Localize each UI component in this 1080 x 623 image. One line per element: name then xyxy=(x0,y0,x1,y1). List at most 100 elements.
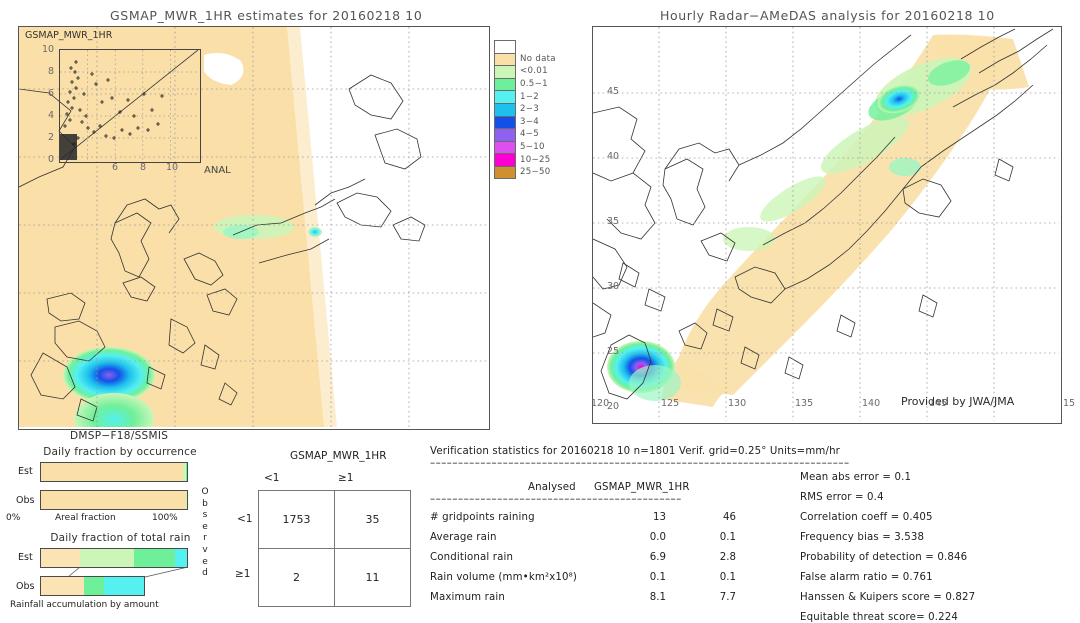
stat-row-analysed-4: 8.1 xyxy=(620,592,666,603)
colorbar-swatch-2 xyxy=(494,65,516,78)
colorbar-swatch-8 xyxy=(494,141,516,154)
colorbar-swatch-4 xyxy=(494,90,516,103)
stat-row-label-4: Maximum rain xyxy=(430,592,505,603)
inset-xtick-6: 6 xyxy=(112,162,118,173)
score-1: RMS error = 0.4 xyxy=(800,492,884,503)
contingency-table[interactable]: 175335211 xyxy=(258,490,411,607)
colorbar-swatch-0 xyxy=(494,40,516,53)
left-panel-title: GSMAP_MWR_1HR estimates for 20160218 10 xyxy=(110,8,422,23)
stat-row-analysed-0: 13 xyxy=(620,512,666,523)
colorbar-label-2: <0.01 xyxy=(520,66,548,76)
occurrence-axis-min: 0% xyxy=(6,513,20,523)
precipitation-colorbar[interactable]: No data<0.010.5−11−22−33−44−55−1010−2525… xyxy=(494,40,556,179)
inset-ytick-0: 0 xyxy=(48,154,54,165)
colorbar-swatch-5 xyxy=(494,103,516,116)
colorbar-swatch-10 xyxy=(494,166,516,179)
occurrence-est-segment-0 xyxy=(41,463,183,481)
totalrain-obs-segment-0 xyxy=(41,577,84,595)
stat-row-model-1: 0.1 xyxy=(690,532,736,543)
contingency-row-header-gte1: ≥1 xyxy=(235,568,250,580)
inset-ytick-4: 4 xyxy=(48,110,54,121)
score-2: Correlation coeff = 0.405 xyxy=(800,512,933,523)
colorbar-level-6: 3−4 xyxy=(494,116,556,129)
score-6: Hanssen & Kuipers score = 0.827 xyxy=(800,592,975,603)
occurrence-obs-label: Obs xyxy=(16,495,34,506)
score-0: Mean abs error = 0.1 xyxy=(800,472,911,483)
lon-tick-140: 140 xyxy=(862,398,880,409)
contingency-cell-1-0[interactable]: 2 xyxy=(259,549,335,607)
totalrain-est-bar[interactable] xyxy=(40,548,188,568)
totalrain-obs-segment-1 xyxy=(84,577,104,595)
contingency-row-0: 175335 xyxy=(259,491,411,549)
inset-xaxis-label: ANAL xyxy=(204,165,231,176)
colorbar-level-1: No data xyxy=(494,53,556,66)
gsmap-estimate-map[interactable]: GSMAP_MWR_1HR xyxy=(18,26,490,430)
score-7: Equitable threat score= 0.224 xyxy=(800,612,958,623)
lon-tick-125: 125 xyxy=(661,398,679,409)
stat-row-label-0: # gridpoints raining xyxy=(430,512,535,523)
score-5: False alarm ratio = 0.761 xyxy=(800,572,933,583)
contingency-col-header-gte1: ≥1 xyxy=(338,472,353,484)
radar-amedas-map[interactable]: 45 40 35 30 25 20 Provided by JWA/JMA xyxy=(592,26,1062,424)
verification-divider-2: ––––––––––––––––––––––––––––––––––––––––… xyxy=(430,494,690,505)
colorbar-level-5: 2−3 xyxy=(494,103,556,116)
colorbar-level-4: 1−2 xyxy=(494,90,556,103)
occurrence-est-segment-2 xyxy=(186,463,187,481)
colorbar-swatch-6 xyxy=(494,116,516,129)
colorbar-swatch-1 xyxy=(494,53,516,66)
stat-row-model-0: 46 xyxy=(690,512,736,523)
contingency-cell-0-0[interactable]: 1753 xyxy=(259,491,335,549)
sensor-label: DMSP−F18/SSMIS xyxy=(70,430,168,442)
occurrence-obs-bar[interactable] xyxy=(40,490,188,510)
inset-ytick-10: 10 xyxy=(42,44,54,55)
lon-tick-150: 15 xyxy=(1063,398,1075,409)
colorbar-level-2: <0.01 xyxy=(494,65,556,78)
inset-xtick-8: 8 xyxy=(140,162,146,173)
totalrain-caption: Rainfall accumulation by amount xyxy=(10,600,159,610)
colorbar-level-3: 0.5−1 xyxy=(494,78,556,91)
totalrain-est-segment-3 xyxy=(175,549,187,567)
occurrence-axis-label: Areal fraction xyxy=(55,513,116,523)
colorbar-label-10: 25−50 xyxy=(520,167,551,177)
occurrence-est-bar[interactable] xyxy=(40,462,188,482)
colorbar-label-7: 4−5 xyxy=(520,129,539,139)
stat-row-analysed-3: 0.1 xyxy=(620,572,666,583)
occurrence-est-label: Est xyxy=(18,466,33,477)
lat-tick-40: 40 xyxy=(607,151,619,162)
colorbar-swatch-9 xyxy=(494,153,516,166)
inset-ytick-2: 2 xyxy=(48,132,54,143)
contingency-col-header-lt1: <1 xyxy=(264,472,279,484)
totalrain-obs-segment-2 xyxy=(104,577,144,595)
contingency-cell-1-1[interactable]: 11 xyxy=(335,549,411,607)
totalrain-est-segment-2 xyxy=(134,549,175,567)
right-panel-title: Hourly Radar−AMeDAS analysis for 2016021… xyxy=(660,8,995,23)
score-3: Frequency bias = 3.538 xyxy=(800,532,924,543)
radar-map-graphics xyxy=(593,27,1059,421)
lon-tick-135: 135 xyxy=(795,398,813,409)
lon-tick-120: 120 xyxy=(591,398,609,409)
inset-ytick-8: 8 xyxy=(48,66,54,77)
contingency-row-1: 211 xyxy=(259,549,411,607)
occurrence-obs-segment-0 xyxy=(41,491,186,509)
contingency-cell-0-1[interactable]: 35 xyxy=(335,491,411,549)
colorbar-label-5: 2−3 xyxy=(520,104,539,114)
totalrain-panel-title: Daily fraction of total rain xyxy=(38,532,203,544)
stat-row-model-4: 7.7 xyxy=(690,592,736,603)
colorbar-level-9: 10−25 xyxy=(494,153,556,166)
totalrain-obs-bar[interactable] xyxy=(40,576,145,596)
stat-row-model-3: 0.1 xyxy=(690,572,736,583)
verification-header: Verification statistics for 20160218 10 … xyxy=(430,446,840,457)
colorbar-swatch-3 xyxy=(494,78,516,91)
totalrain-obs-label: Obs xyxy=(16,581,34,592)
stat-row-model-2: 2.8 xyxy=(690,552,736,563)
colorbar-label-3: 0.5−1 xyxy=(520,79,548,89)
lat-tick-25: 25 xyxy=(607,346,619,357)
scatter-inset-plot[interactable]: 10 8 6 4 2 0 6 8 10 xyxy=(59,49,201,163)
lon-tick-145: 145 xyxy=(929,398,947,409)
stat-row-label-2: Conditional rain xyxy=(430,552,513,563)
lat-tick-35: 35 xyxy=(607,216,619,227)
observed-axis-label: Observed xyxy=(199,487,211,580)
colorbar-level-10: 25−50 xyxy=(494,166,556,179)
colorbar-label-9: 10−25 xyxy=(520,155,551,165)
col-header-analysed: Analysed xyxy=(528,482,576,493)
